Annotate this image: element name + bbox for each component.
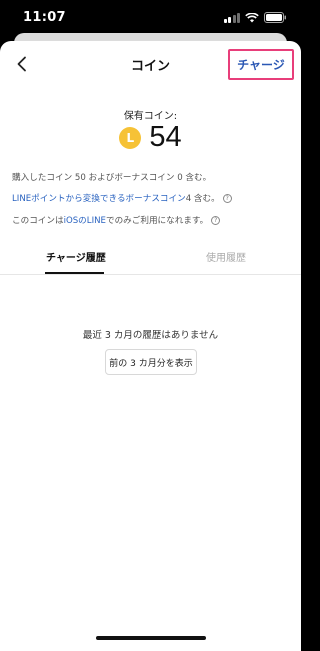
charge-button[interactable]: チャージ xyxy=(228,49,294,80)
show-previous-3-months-button[interactable]: 前の 3 カ月分を表示 xyxy=(105,349,197,375)
line-coin-icon: L xyxy=(119,126,142,149)
coin-balance: L 54 xyxy=(0,121,301,154)
help-icon[interactable]: ? xyxy=(211,215,221,225)
navigation-bar: コイン チャージ xyxy=(0,41,301,87)
tab-usage-history[interactable]: 使用履歴 xyxy=(206,249,246,264)
purchased-coins-text: 購入したコイン 50 およびボーナスコイン 0 含む。 xyxy=(12,173,212,183)
bonus-coins-info: LINEポイントから変換できるボーナスコイン 4 含む。 ? xyxy=(12,192,232,204)
coin-count: 54 xyxy=(149,121,182,153)
coin-sheet: コイン チャージ 保有コイン: L 54 購入したコイン 50 およびボーナスコ… xyxy=(0,41,301,651)
bonus-coins-text: 4 含む。 xyxy=(185,194,220,204)
cellular-signal-icon xyxy=(223,12,240,23)
battery-icon xyxy=(264,12,286,23)
line-points-link[interactable]: LINEポイントから変換できるボーナスコイン xyxy=(12,192,186,204)
active-tab-indicator xyxy=(45,272,104,274)
coin-balance-label: 保有コイン: xyxy=(123,111,178,122)
history-tabs: チャージ履歴 使用履歴 xyxy=(0,239,301,275)
ios-line-link[interactable]: iOSのLINE xyxy=(64,214,106,226)
home-indicator[interactable] xyxy=(96,636,206,640)
wifi-icon xyxy=(245,12,259,22)
status-time: 11:07 xyxy=(23,10,66,25)
tab-charge-history[interactable]: チャージ履歴 xyxy=(46,249,106,264)
platform-info: このコインは iOSのLINE でのみご利用になれます。 ? xyxy=(12,214,221,226)
help-icon[interactable]: ? xyxy=(222,193,232,203)
empty-history-message: 最近 3 カ月の履歴はありません xyxy=(82,330,219,341)
purchased-coins-info: 購入したコイン 50 およびボーナスコイン 0 含む。 xyxy=(12,171,211,183)
platform-text-pre: このコインは xyxy=(12,216,64,226)
platform-text-post: でのみご利用になれます。 xyxy=(105,216,209,226)
status-bar: 11:07 xyxy=(0,0,301,34)
status-icons xyxy=(223,12,288,23)
